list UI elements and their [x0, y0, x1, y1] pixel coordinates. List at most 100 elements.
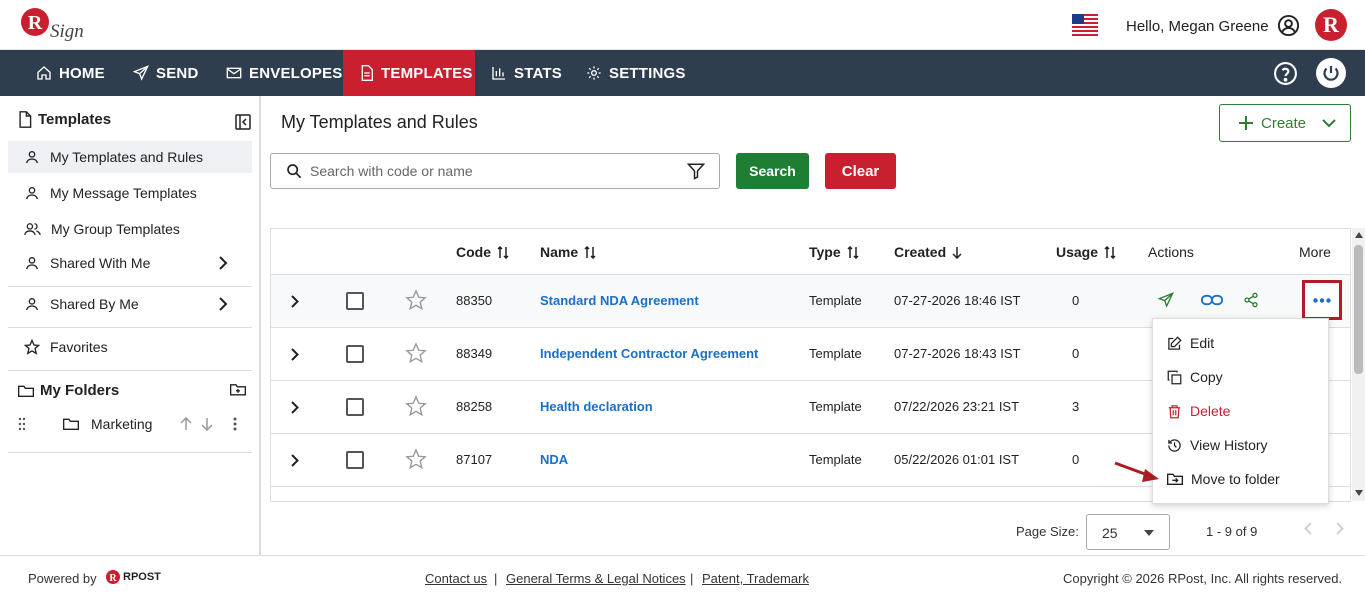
- more-options-button[interactable]: [1302, 280, 1342, 320]
- divider: [8, 370, 252, 371]
- nav-templates[interactable]: TEMPLATES: [343, 50, 475, 96]
- column-header-code[interactable]: Code: [456, 244, 509, 260]
- row-checkbox[interactable]: [346, 345, 364, 363]
- cell-type: Template: [809, 293, 862, 308]
- column-label: Code: [456, 244, 491, 260]
- folder-label: Marketing: [91, 416, 153, 432]
- chevron-right-icon[interactable]: [291, 348, 299, 361]
- sidebar-item-shared-with-me[interactable]: Shared With Me: [8, 247, 252, 279]
- menu-item-copy[interactable]: Copy: [1153, 360, 1328, 394]
- patent-link[interactable]: Patent, Trademark: [702, 571, 809, 586]
- scroll-up-icon[interactable]: [1355, 232, 1363, 238]
- chevron-right-icon[interactable]: [1336, 522, 1344, 535]
- chevron-left-icon[interactable]: [1304, 522, 1312, 535]
- scrollbar-thumb[interactable]: [1354, 245, 1363, 374]
- home-icon: [37, 66, 51, 80]
- kebab-menu-icon[interactable]: [232, 417, 238, 431]
- drag-handle-icon[interactable]: [18, 417, 26, 431]
- sort-icon: [1104, 245, 1116, 259]
- divider: [8, 286, 252, 287]
- rsign-logo[interactable]: R Sign: [20, 7, 90, 43]
- search-button[interactable]: Search: [736, 153, 809, 189]
- sidebar-item-favorites[interactable]: Favorites: [8, 331, 252, 363]
- collapse-sidebar-icon[interactable]: [235, 114, 251, 130]
- column-label: Name: [540, 244, 579, 260]
- power-button[interactable]: [1316, 58, 1346, 88]
- share-icon[interactable]: [1243, 292, 1259, 308]
- chevron-right-icon[interactable]: [291, 401, 299, 414]
- column-header-name[interactable]: Name: [540, 244, 596, 260]
- nav-stats[interactable]: STATS: [491, 50, 562, 96]
- avatar[interactable]: R: [1315, 9, 1347, 41]
- star-icon[interactable]: [405, 448, 427, 470]
- contact-us-link[interactable]: Contact us: [425, 571, 487, 586]
- menu-item-label: Move to folder: [1191, 471, 1280, 487]
- page-size-select[interactable]: 25: [1086, 514, 1170, 550]
- sidebar-item-message-templates[interactable]: My Message Templates: [8, 177, 252, 209]
- help-icon[interactable]: [1273, 61, 1298, 86]
- column-header-usage[interactable]: Usage: [1056, 244, 1116, 260]
- cell-code: 87107: [456, 452, 493, 467]
- row-checkbox[interactable]: [346, 292, 364, 310]
- document-icon: [361, 65, 373, 81]
- sidebar-item-my-templates[interactable]: My Templates and Rules: [8, 141, 252, 173]
- terms-link[interactable]: General Terms & Legal Notices: [506, 571, 686, 586]
- filter-icon[interactable]: [687, 162, 705, 180]
- column-header-type[interactable]: Type: [809, 244, 859, 260]
- link-icon[interactable]: [1201, 292, 1223, 308]
- clear-button[interactable]: Clear: [825, 153, 896, 189]
- menu-item-edit[interactable]: Edit: [1153, 326, 1328, 360]
- cell-type: Template: [809, 452, 862, 467]
- nav-send[interactable]: SEND: [133, 50, 198, 96]
- chevron-right-icon[interactable]: [291, 454, 299, 467]
- nav-settings[interactable]: SETTINGS: [586, 50, 686, 96]
- user-icon: [26, 187, 38, 200]
- envelope-icon: [226, 67, 242, 79]
- svg-text:Sign: Sign: [50, 21, 84, 42]
- folder-item-marketing[interactable]: Marketing: [8, 409, 252, 439]
- sidebar-item-label: Shared With Me: [50, 255, 151, 271]
- template-name-link[interactable]: Standard NDA Agreement: [540, 293, 699, 308]
- menu-item-move-to-folder[interactable]: Move to folder: [1153, 462, 1328, 496]
- menu-item-delete[interactable]: Delete: [1153, 394, 1328, 428]
- user-profile-icon[interactable]: [1277, 14, 1300, 37]
- table-header: Code Name Type Created Usage Actions Mor…: [271, 229, 1350, 275]
- scroll-down-icon[interactable]: [1355, 490, 1363, 496]
- sidebar-item-group-templates[interactable]: My Group Templates: [8, 213, 252, 245]
- sort-desc-icon: [952, 246, 962, 259]
- nav-home[interactable]: HOME: [36, 50, 105, 96]
- template-name-link[interactable]: Health declaration: [540, 399, 653, 414]
- sort-icon: [497, 245, 509, 259]
- row-checkbox[interactable]: [346, 451, 364, 469]
- cell-usage: 0: [1072, 452, 1080, 467]
- arrow-up-icon[interactable]: [180, 417, 192, 431]
- chevron-right-icon[interactable]: [291, 295, 299, 308]
- search-input[interactable]: [310, 163, 670, 179]
- rpost-brand: RPOST: [123, 571, 161, 583]
- create-button[interactable]: Create: [1219, 104, 1351, 142]
- star-icon[interactable]: [405, 395, 427, 417]
- menu-item-label: View History: [1190, 437, 1268, 453]
- send-icon[interactable]: [1158, 292, 1174, 308]
- star-icon[interactable]: [405, 342, 427, 364]
- column-header-created[interactable]: Created: [894, 244, 962, 260]
- uk-flag-icon[interactable]: [1072, 14, 1098, 36]
- divider: [8, 327, 252, 328]
- menu-item-label: Edit: [1190, 335, 1215, 351]
- main-nav: HOME SEND ENVELOPES TEMPLATES STATS SETT…: [0, 50, 1365, 96]
- rpost-logo-mark: R: [106, 570, 120, 584]
- arrow-down-icon[interactable]: [201, 417, 213, 431]
- nav-envelopes-label: ENVELOPES: [249, 64, 343, 82]
- star-icon[interactable]: [405, 289, 427, 311]
- template-name-link[interactable]: Independent Contractor Agreement: [540, 346, 758, 361]
- more-horizontal-icon: [1313, 297, 1331, 303]
- annotation-arrow: [1114, 461, 1159, 482]
- row-checkbox[interactable]: [346, 398, 364, 416]
- menu-item-view-history[interactable]: View History: [1153, 428, 1328, 462]
- nav-envelopes[interactable]: ENVELOPES: [226, 50, 343, 96]
- scrollbar[interactable]: [1352, 228, 1365, 501]
- add-folder-icon[interactable]: [230, 382, 246, 402]
- template-name-link[interactable]: NDA: [540, 452, 568, 467]
- sidebar-item-shared-by-me[interactable]: Shared By Me: [8, 288, 252, 320]
- folder-move-icon: [1167, 473, 1183, 485]
